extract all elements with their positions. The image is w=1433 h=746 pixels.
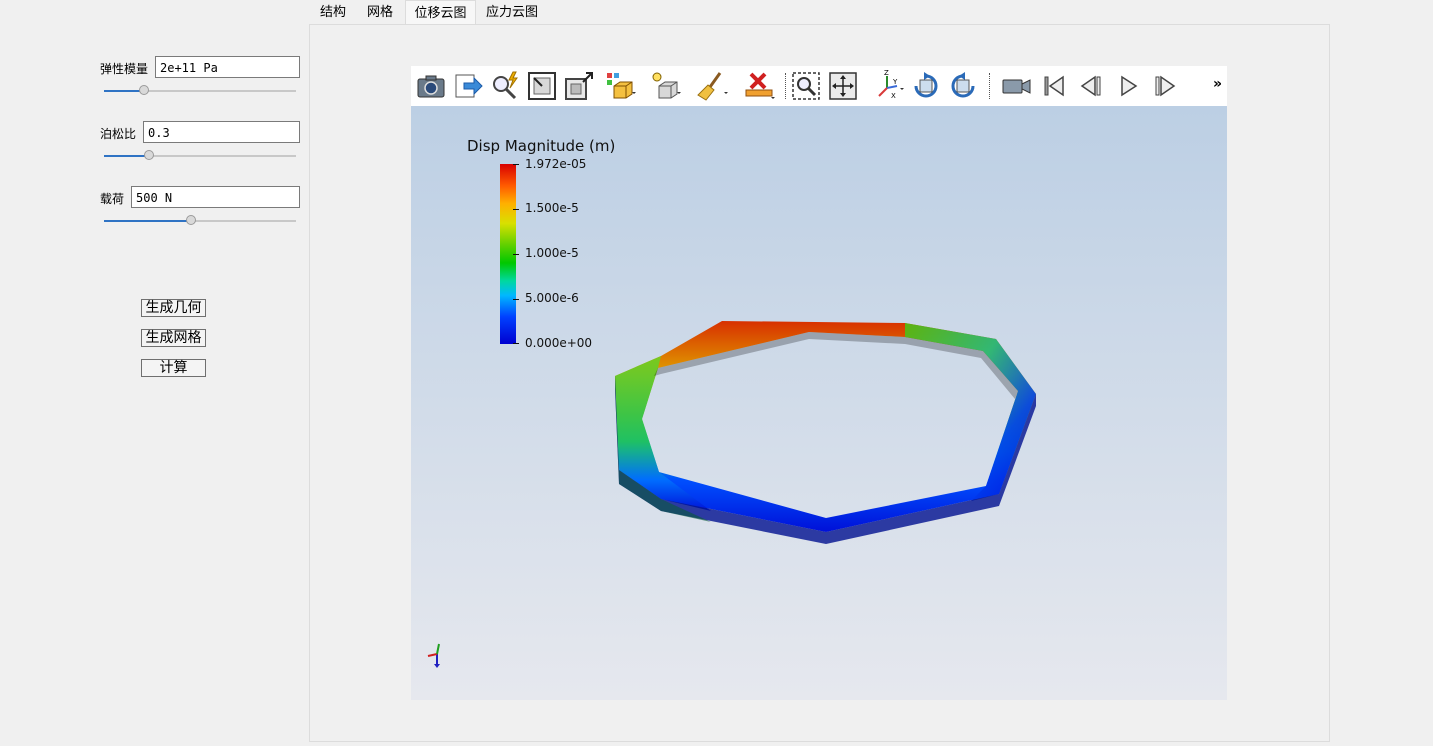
slider-handle[interactable]: [144, 150, 155, 160]
slider-fill: [104, 155, 150, 157]
elastic-modulus-input[interactable]: 2e+11 Pa: [155, 56, 300, 78]
poisson-ratio-slider[interactable]: [104, 149, 296, 163]
next-frame-icon[interactable]: [1149, 70, 1181, 102]
zoom-to-data-icon[interactable]: [790, 70, 822, 102]
svg-text:Z: Z: [884, 70, 889, 77]
vtk-viewer: Z Y X » Disp Magnitude (m) 1.972e-05 1.5…: [411, 66, 1227, 700]
load-label: 载荷: [100, 192, 125, 206]
first-frame-icon[interactable]: [1038, 70, 1070, 102]
zoom-to-box-icon[interactable]: [563, 70, 595, 102]
viewer-toolbar: Z Y X »: [411, 66, 1227, 106]
toolbar-separator: [989, 73, 991, 99]
poisson-ratio-input[interactable]: 0.3: [143, 121, 300, 143]
load-input[interactable]: 500 N: [131, 186, 300, 208]
generate-geometry-button[interactable]: 生成几何: [141, 299, 206, 317]
tab-structure[interactable]: 结构: [312, 0, 354, 24]
orientation-axes-icon: [427, 643, 440, 668]
export-icon[interactable]: [452, 70, 484, 102]
slider-handle[interactable]: [185, 215, 196, 225]
tab-stress-contour[interactable]: 应力云图: [479, 0, 545, 24]
clear-icon[interactable]: [696, 70, 728, 102]
tab-displacement-contour[interactable]: 位移云图: [405, 0, 476, 24]
svg-text:X: X: [891, 92, 896, 100]
camera-video-icon[interactable]: [1000, 70, 1032, 102]
compute-button[interactable]: 计算: [141, 359, 206, 377]
elastic-modulus-slider[interactable]: [104, 84, 296, 98]
delete-icon[interactable]: [743, 70, 775, 102]
svg-text:Y: Y: [892, 78, 898, 86]
light-icon[interactable]: [649, 70, 681, 102]
toolbar-gap: [866, 73, 867, 99]
toolbar-separator: [785, 73, 787, 99]
rotate-counterclockwise-icon[interactable]: [947, 70, 979, 102]
generate-mesh-button[interactable]: 生成网格: [141, 329, 206, 347]
previous-frame-icon[interactable]: [1075, 70, 1107, 102]
poisson-ratio-label: 泊松比: [100, 127, 137, 141]
play-icon[interactable]: [1112, 70, 1144, 102]
render-view[interactable]: Disp Magnitude (m) 1.972e-05 1.500e-5 1.…: [411, 106, 1227, 700]
slider-fill: [104, 220, 191, 222]
cube-view-icon[interactable]: [604, 70, 636, 102]
displacement-ring-model: [615, 321, 1036, 544]
interactive-select-icon[interactable]: [489, 70, 521, 102]
pan-center-icon[interactable]: [827, 70, 859, 102]
rotate-clockwise-icon[interactable]: [910, 70, 942, 102]
camera-icon[interactable]: [415, 70, 447, 102]
slider-handle[interactable]: [138, 85, 149, 95]
slider-fill: [104, 90, 144, 92]
reset-camera-icon[interactable]: [526, 70, 558, 102]
load-slider[interactable]: [104, 214, 296, 228]
axes-orientation-icon[interactable]: Z Y X: [873, 70, 905, 102]
elastic-modulus-label: 弹性模量: [100, 62, 149, 76]
toolbar-more-button[interactable]: »: [1213, 76, 1222, 92]
tab-mesh[interactable]: 网格: [358, 0, 402, 24]
